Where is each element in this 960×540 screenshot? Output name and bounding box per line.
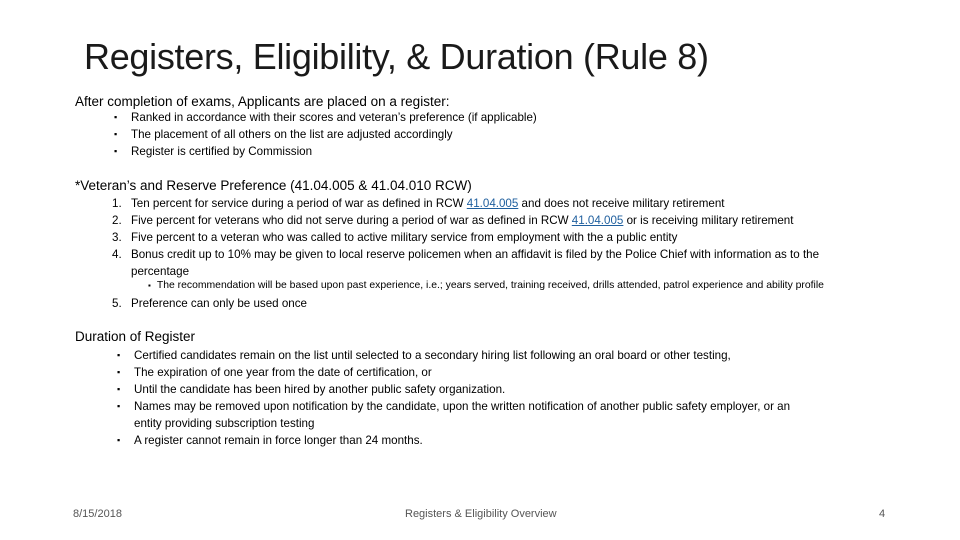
list-item: ▪ Names may be removed upon notification … — [117, 400, 791, 430]
preference-list: 1. Ten percent for service during a peri… — [112, 195, 911, 280]
bullet-icon: ▪ — [117, 384, 121, 394]
preference-heading: *Veteran’s and Reserve Preference (41.04… — [75, 178, 472, 193]
list-item: 4. Bonus credit up to 10% may be given t… — [112, 248, 820, 278]
bullet-icon: ▪ — [114, 129, 118, 139]
list-item: 5. Preference can only be used once — [112, 297, 307, 310]
bullet-icon: ▪ — [117, 435, 121, 445]
bullet-icon: ▪ — [117, 350, 121, 360]
list-item: ▪ Certified candidates remain on the list… — [117, 349, 731, 362]
register-heading: After completion of exams, Applicants ar… — [75, 94, 450, 109]
list-item: ▪ The placement of all others on the list… — [114, 128, 453, 141]
footer-title: Registers & Eligibility Overview — [405, 508, 557, 520]
rcw-link[interactable]: 41.04.005 — [572, 214, 624, 227]
list-item: ▪ Register is certified by Commission — [114, 145, 313, 158]
list-item: ▪ Ranked in accordance with their scores … — [114, 111, 537, 124]
preference-list-cont: 5. Preference can only be used once — [112, 295, 307, 312]
list-item: ▪ The expiration of one year from the dat… — [117, 366, 432, 379]
list-item: 3. Five percent to a veteran who was cal… — [112, 231, 678, 244]
slide-title: Registers, Eligibility, & Duration (Rule… — [84, 36, 709, 77]
rcw-link[interactable]: 41.04.005 — [467, 197, 519, 210]
list-item: ▪ Until the candidate has been hired by a… — [117, 383, 506, 396]
page-number: 4 — [879, 508, 886, 520]
footer-date: 8/15/2018 — [73, 508, 122, 520]
bullet-icon: ▪ — [114, 112, 118, 122]
bullet-icon: ▪ — [114, 146, 118, 156]
list-item: 2. Five percent for veterans who did not… — [112, 214, 794, 227]
bullet-icon: ▪ — [117, 367, 121, 377]
list-item: 1. Ten percent for service during a peri… — [112, 197, 725, 210]
duration-bullets: ▪ Certified candidates remain on the list… — [117, 347, 791, 449]
list-item: ▪ A register cannot remain in force longe… — [117, 434, 423, 447]
register-bullets: ▪ Ranked in accordance with their scores … — [114, 109, 537, 160]
duration-heading: Duration of Register — [75, 329, 196, 344]
bullet-icon: ▪ — [117, 401, 121, 411]
bullet-icon: ▪ — [148, 281, 151, 290]
recommendation-note: ▪ The recommendation will be based upon p… — [148, 280, 824, 291]
